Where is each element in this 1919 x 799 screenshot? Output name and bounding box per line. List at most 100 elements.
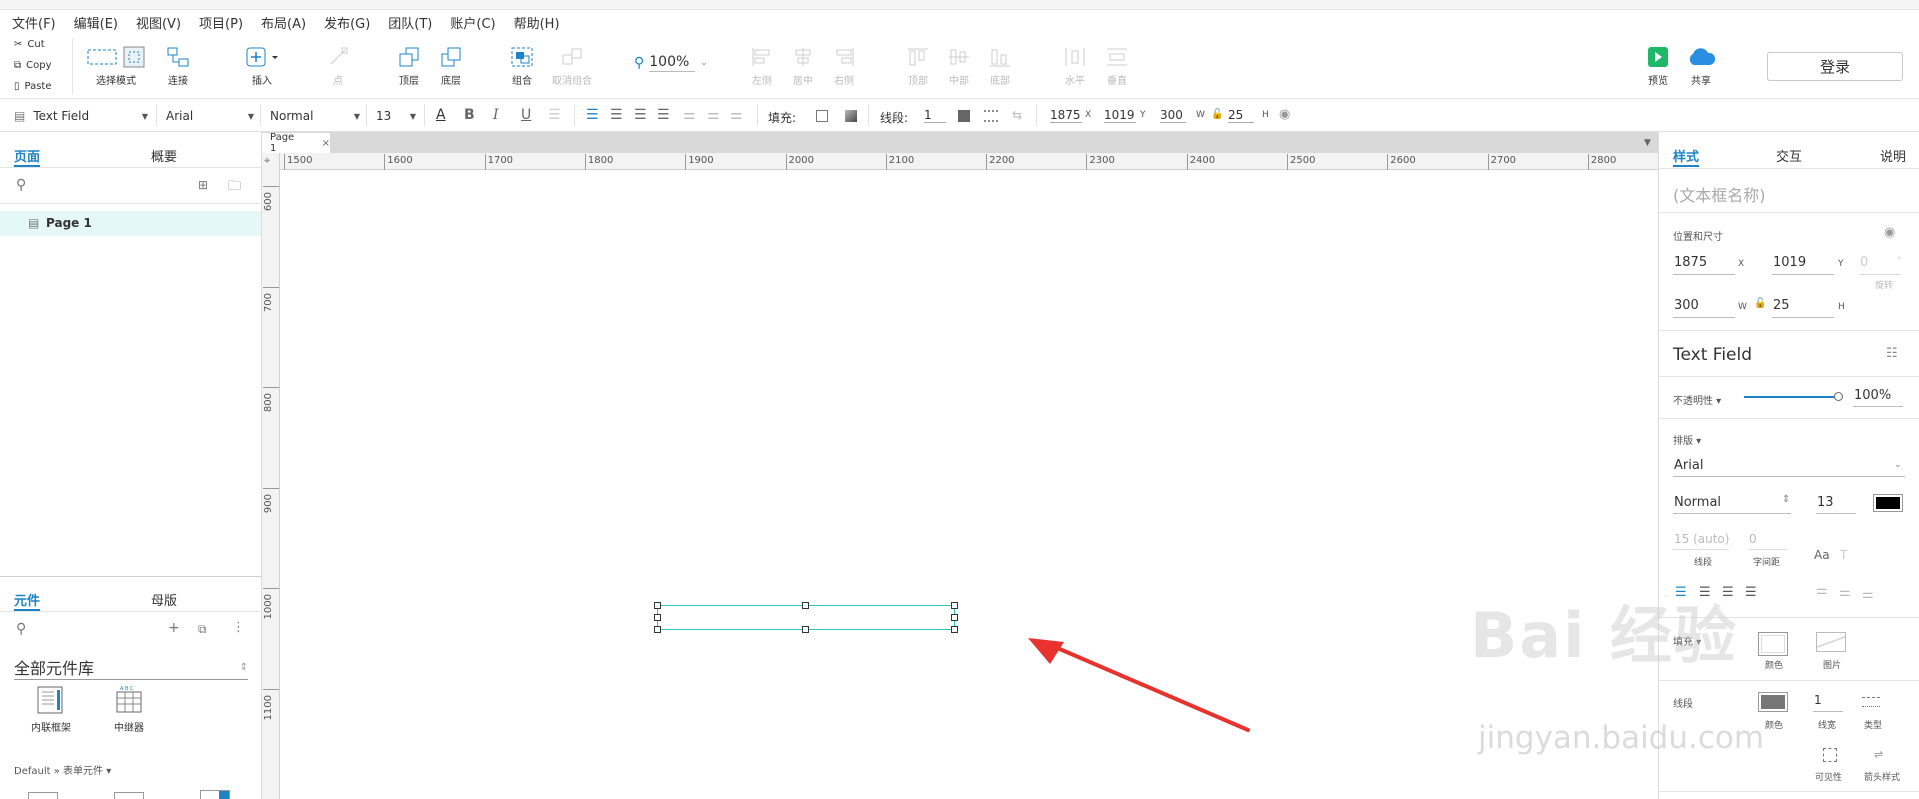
y-input[interactable]: 1019	[1104, 108, 1136, 123]
menu-account[interactable]: 账户(C)	[450, 13, 495, 32]
align-left-button[interactable]: 左侧	[750, 46, 774, 87]
resize-handle[interactable]	[654, 614, 661, 621]
resize-handle[interactable]	[951, 614, 958, 621]
italic-icon[interactable]: I	[493, 107, 499, 123]
y-field[interactable]: 1019	[1773, 255, 1806, 270]
border-visibility-icon[interactable]	[1823, 748, 1837, 762]
text-shadow-icon[interactable]: T	[1840, 548, 1847, 562]
add-folder-icon[interactable]: 🗀	[228, 177, 241, 199]
rotation-field[interactable]: 0	[1860, 255, 1868, 270]
align-center-button[interactable]: 居中	[791, 46, 815, 87]
line-spacing-field[interactable]: 15 (auto)	[1674, 532, 1729, 546]
menu-team[interactable]: 团队(T)	[388, 13, 432, 32]
resize-handle[interactable]	[654, 626, 661, 633]
opacity-slider-thumb[interactable]	[1834, 392, 1843, 401]
resize-handle[interactable]	[951, 626, 958, 633]
tab-widgets[interactable]: 元件	[14, 590, 40, 609]
zoom-control[interactable]: ⚲ 100% ⌄	[634, 54, 708, 72]
resize-handle[interactable]	[802, 626, 809, 633]
login-button[interactable]: 登录	[1767, 52, 1903, 81]
menu-publish[interactable]: 发布(G)	[324, 13, 370, 32]
align-text-justify-icon[interactable]: ☰	[657, 107, 670, 123]
x-field[interactable]: 1875	[1674, 255, 1707, 270]
insert-button[interactable]: 插入	[244, 46, 280, 87]
font-weight-field[interactable]: Normal	[1674, 495, 1721, 510]
align-text-right-icon[interactable]: ☰	[634, 107, 647, 123]
border-color-swatch[interactable]	[1758, 692, 1788, 712]
fill-color-swatch[interactable]	[816, 110, 828, 122]
preview-button[interactable]: 预览	[1646, 46, 1670, 87]
top-layer-button[interactable]: 顶层	[397, 46, 421, 87]
tab-notes[interactable]: 说明	[1880, 146, 1906, 165]
border-type-icon[interactable]	[1862, 697, 1880, 707]
menu-project[interactable]: 项目(P)	[199, 13, 243, 32]
font-family-field[interactable]: Arial	[1674, 458, 1703, 473]
h-input[interactable]: 25	[1228, 108, 1254, 123]
align-right-button[interactable]: 右侧	[832, 46, 856, 87]
valign-middle-icon[interactable]: ⚌	[707, 107, 720, 123]
underline-icon[interactable]: U	[521, 107, 531, 123]
tab-style[interactable]: 样式	[1673, 146, 1699, 165]
point-button[interactable]: 点	[326, 46, 350, 87]
w-field[interactable]: 300	[1674, 298, 1699, 313]
valign-top-icon[interactable]: ⚌	[1816, 583, 1828, 598]
panel-splitter[interactable]	[0, 576, 262, 577]
valign-middle-icon[interactable]: ⚌	[1839, 585, 1851, 600]
font-size-select[interactable]: 13 ▼	[376, 106, 416, 126]
copy-button[interactable]: ⧉ Copy	[14, 60, 52, 71]
align-text-center-icon[interactable]: ☰	[610, 107, 623, 123]
tab-masters[interactable]: 母版	[151, 590, 177, 609]
library-copy-icon[interactable]: ⧉	[198, 622, 207, 637]
widget-name-input[interactable]: (文本框名称)	[1673, 182, 1766, 206]
arrow-style-icon[interactable]: ⇆	[1012, 108, 1022, 122]
tab-outline[interactable]: 概要	[151, 146, 177, 165]
bold-icon[interactable]: B	[464, 107, 475, 123]
document-tab[interactable]: Page 1 ×	[262, 132, 330, 154]
connect-button[interactable]: 连接	[166, 46, 190, 87]
valign-top-icon[interactable]: ⚌	[683, 107, 696, 123]
text-case-icon[interactable]: Aa	[1814, 548, 1830, 562]
widget-inline-frame[interactable]: 内联框架	[22, 686, 80, 734]
select-mode-button[interactable]: 选择模式	[86, 46, 146, 87]
valign-bottom-icon[interactable]: ⚌	[730, 107, 743, 123]
canvas-area[interactable]	[262, 132, 1658, 799]
search-icon[interactable]: ⚲	[16, 177, 26, 193]
distribute-horizontal-button[interactable]: 水平	[1063, 46, 1087, 87]
widget-repeater[interactable]: A B C 中继器	[100, 686, 158, 734]
paste-button[interactable]: ▯ Paste	[14, 81, 52, 92]
menu-view[interactable]: 视图(V)	[136, 13, 181, 32]
widget-section-header[interactable]: Default » 表单元件 ▾	[14, 762, 111, 777]
menu-help[interactable]: 帮助(H)	[514, 13, 560, 32]
ungroup-button[interactable]: 取消组合	[552, 46, 592, 87]
fill-image-icon[interactable]	[1816, 632, 1846, 652]
font-color-swatch[interactable]	[1873, 494, 1903, 512]
visibility-eye-icon[interactable]: ◉	[1884, 225, 1895, 240]
tab-pages[interactable]: 页面	[14, 146, 40, 165]
menu-layout[interactable]: 布局(A)	[261, 13, 306, 32]
search-icon[interactable]: ⚲	[16, 621, 26, 637]
bottom-layer-button[interactable]: 底层	[439, 46, 463, 87]
library-select[interactable]: 全部元件库 ⇕	[14, 655, 248, 680]
font-color-icon[interactable]: A	[436, 107, 446, 123]
widget-partial[interactable]	[28, 792, 58, 799]
tab-list-dropdown-icon[interactable]: ▼	[1644, 138, 1651, 148]
arrow-style-icon[interactable]: ⇌	[1874, 748, 1883, 761]
more-options-icon[interactable]: ⋮	[232, 620, 245, 635]
cut-button[interactable]: ✂ Cut	[14, 39, 45, 50]
visibility-eye-icon[interactable]: ◉	[1279, 107, 1290, 122]
resize-handle[interactable]	[654, 602, 661, 609]
share-button[interactable]: 共享	[1686, 46, 1716, 87]
tab-interactions[interactable]: 交互	[1776, 146, 1802, 165]
w-input[interactable]: 300	[1160, 108, 1186, 123]
resize-handle[interactable]	[951, 602, 958, 609]
close-tab-icon[interactable]: ×	[322, 138, 330, 149]
line-width-input[interactable]: 1	[924, 108, 946, 123]
menu-file[interactable]: 文件(F)	[12, 13, 56, 32]
font-weight-select[interactable]: Normal ▼	[270, 106, 360, 126]
menu-edit[interactable]: 编辑(E)	[74, 13, 118, 32]
border-width-field[interactable]: 1	[1814, 693, 1822, 707]
font-size-field[interactable]: 13	[1817, 495, 1834, 510]
lock-ratio-icon[interactable]: 🔓	[1754, 298, 1766, 309]
opacity-label[interactable]: 不透明性 ▾	[1673, 392, 1721, 407]
group-button[interactable]: 组合	[510, 46, 534, 87]
